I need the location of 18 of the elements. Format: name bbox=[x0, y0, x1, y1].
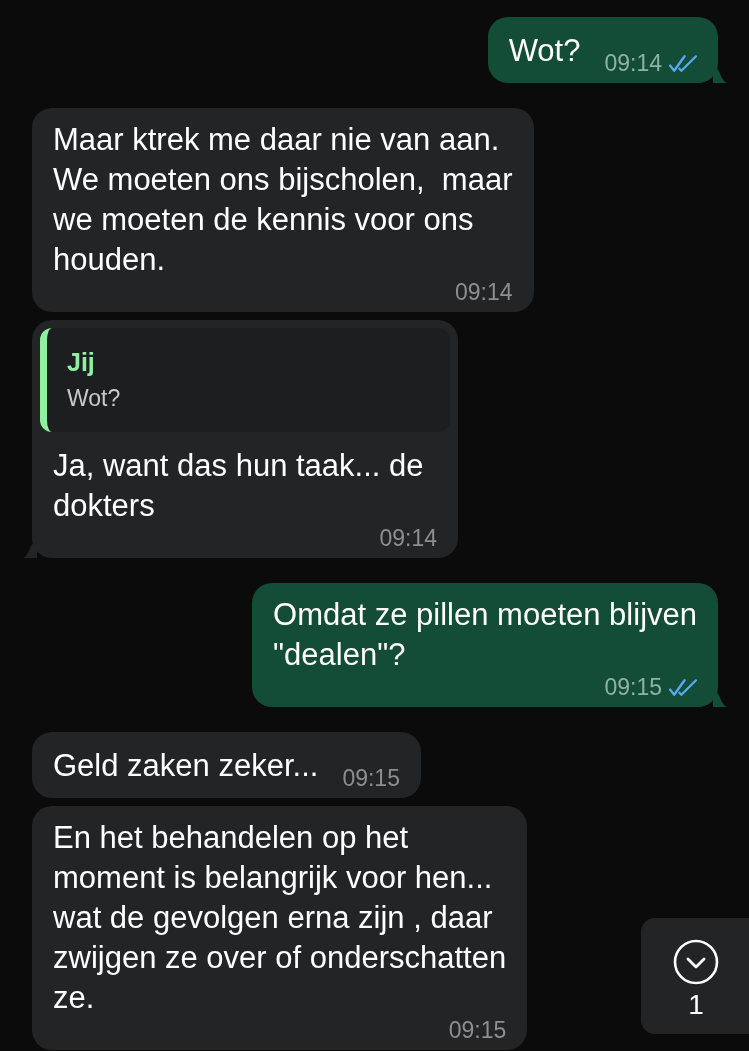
message-time: 09:14 bbox=[379, 526, 437, 550]
message-text: Ja, want das hun taak... de dokters bbox=[53, 447, 425, 525]
message-text: En het behandelen op het moment is belangrijk voor hen... wat de gevolgen erna zijn , daar zwijgen ze over of onderschatten ze. bbox=[53, 819, 507, 1017]
message-text: Omdat ze pillen moeten blijven "dealen"? bbox=[273, 596, 697, 674]
message-time: 09:15 bbox=[448, 1018, 507, 1042]
chevron-down-icon bbox=[672, 938, 720, 986]
unread-count: 1 bbox=[687, 988, 705, 1022]
message-text: Geld zaken zeker... bbox=[53, 747, 319, 785]
message-time: 09:14 bbox=[604, 51, 662, 75]
quote-author: Jij bbox=[67, 347, 96, 378]
quoted-message[interactable]: Jij Wot? bbox=[40, 328, 450, 432]
scroll-down-button[interactable]: 1 bbox=[641, 918, 749, 1034]
message-time: 09:15 bbox=[342, 766, 400, 790]
message-time: 09:15 bbox=[604, 675, 662, 699]
message-text: Maar ktrek me daar nie van aan. We moeten ons bijscholen, maar we moeten de kennis voor ons houden. bbox=[53, 121, 513, 279]
quote-text: Wot? bbox=[67, 384, 122, 413]
message-time: 09:14 bbox=[454, 280, 513, 304]
message-text: Wot? bbox=[508, 32, 581, 70]
